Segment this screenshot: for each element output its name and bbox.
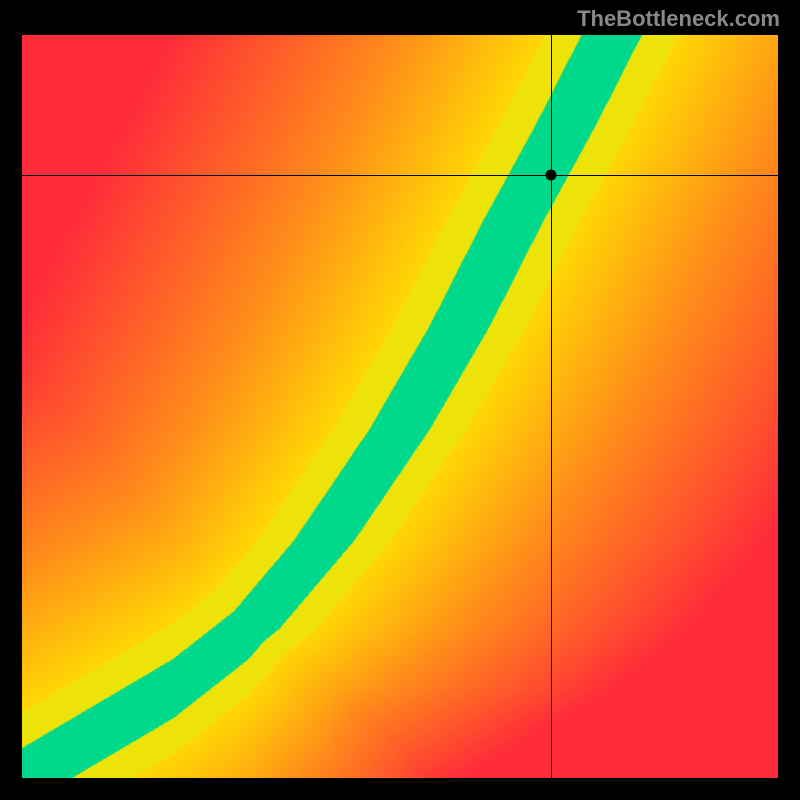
crosshair-vertical	[551, 35, 552, 778]
heatmap-plot	[22, 35, 778, 778]
crosshair-horizontal	[22, 175, 778, 176]
heatmap-canvas	[22, 35, 778, 778]
watermark-text: TheBottleneck.com	[577, 6, 780, 32]
data-point-marker	[546, 169, 557, 180]
